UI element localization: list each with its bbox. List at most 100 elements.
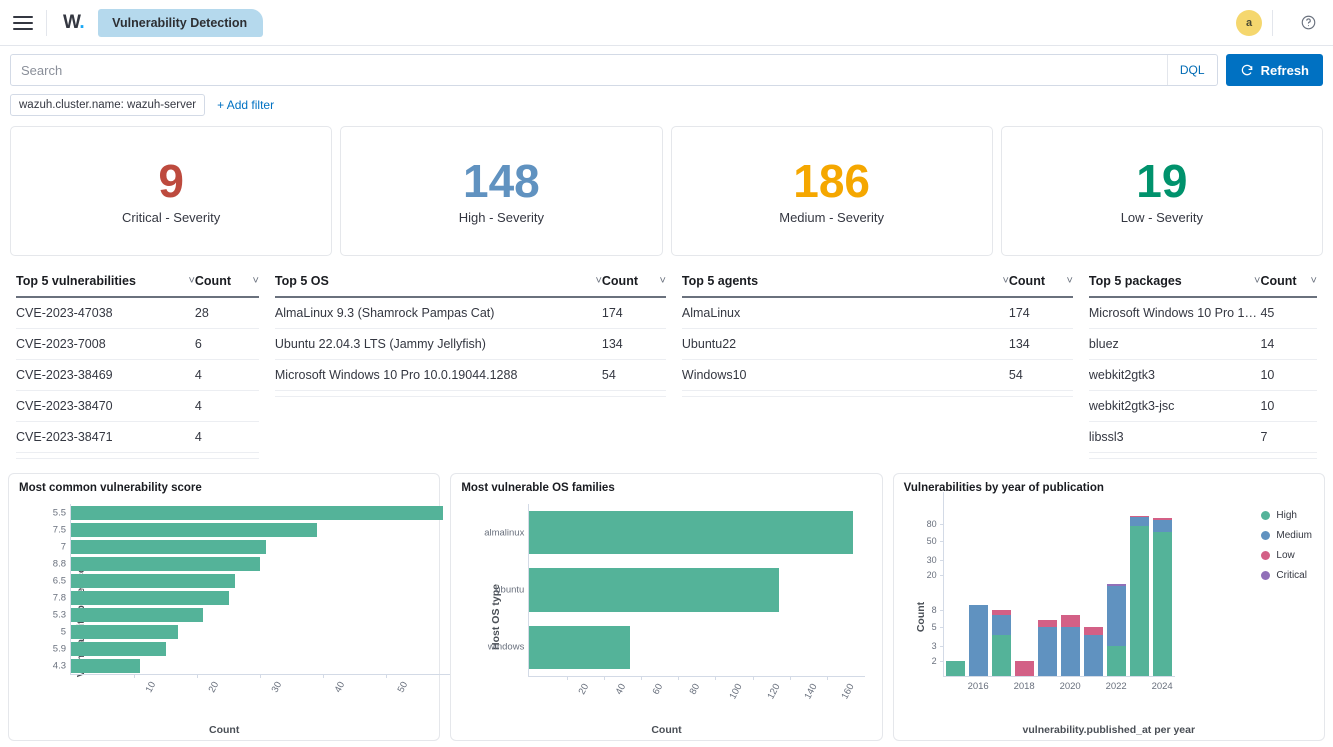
column-header-count[interactable]: Count˅	[195, 268, 259, 297]
bar[interactable]	[71, 540, 266, 554]
legend-item-low[interactable]: Low	[1261, 550, 1312, 561]
bar-segment-low[interactable]	[1084, 627, 1103, 635]
table-row[interactable]: libssl37	[1089, 422, 1317, 453]
bar[interactable]	[71, 642, 166, 656]
bar[interactable]	[529, 511, 853, 554]
column-header-count[interactable]: Count˅	[1260, 268, 1317, 297]
column-header-name[interactable]: Top 5 agents˅	[682, 268, 1009, 297]
tab-vulnerability-detection[interactable]: Vulnerability Detection	[98, 9, 263, 37]
column-header-count[interactable]: Count˅	[602, 268, 666, 297]
stacked-bar[interactable]	[969, 605, 988, 676]
table-row[interactable]: Ubuntu22134	[682, 329, 1073, 360]
stacked-bar[interactable]	[1038, 620, 1057, 676]
bar-segment-medium[interactable]	[1153, 520, 1172, 532]
legend-item-high[interactable]: High	[1261, 510, 1312, 521]
column-header-name[interactable]: Top 5 OS˅	[275, 268, 602, 297]
table-row[interactable]: Microsoft Windows 10 Pro 10.0.19044.1288…	[1089, 297, 1317, 329]
bar-segment-high[interactable]	[1130, 526, 1149, 676]
bar-row[interactable]: 4.3	[71, 659, 449, 673]
chevron-down-icon[interactable]: ˅	[1066, 275, 1072, 287]
bar[interactable]	[71, 574, 235, 588]
table-row[interactable]: CVE-2023-70086	[16, 329, 259, 360]
table-row[interactable]: CVE-2023-384694	[16, 360, 259, 391]
bar-row[interactable]: 7.5	[71, 523, 449, 537]
table-row[interactable]: AlmaLinux174	[682, 297, 1073, 329]
bar[interactable]	[71, 625, 178, 639]
bar-row[interactable]: 7	[71, 540, 449, 554]
table-row[interactable]: CVE-2023-384704	[16, 391, 259, 422]
stacked-bar[interactable]	[946, 661, 965, 676]
column-header-name[interactable]: Top 5 packages˅	[1089, 268, 1261, 297]
help-icon[interactable]	[1293, 8, 1323, 38]
stacked-bar[interactable]	[1153, 518, 1172, 676]
bar-row[interactable]: 6.5	[71, 574, 449, 588]
bar-segment-medium[interactable]	[1084, 635, 1103, 676]
stacked-bar[interactable]	[992, 610, 1011, 676]
table-row[interactable]: CVE-2023-4703828	[16, 297, 259, 329]
hamburger-menu-icon[interactable]	[10, 10, 36, 36]
stacked-bar[interactable]	[1084, 627, 1103, 676]
table-row[interactable]: Windows1054	[682, 360, 1073, 391]
bar-row[interactable]: 5.5	[71, 506, 449, 520]
bar-row[interactable]: 8.8	[71, 557, 449, 571]
bar[interactable]	[529, 626, 630, 669]
bar-segment-medium[interactable]	[1130, 517, 1149, 526]
metric-card-critical[interactable]: 9 Critical - Severity	[10, 126, 332, 256]
bar-row[interactable]: 7.8	[71, 591, 449, 605]
table-row[interactable]: AlmaLinux 9.3 (Shamrock Pampas Cat)174	[275, 297, 666, 329]
bar-segment-medium[interactable]	[969, 605, 988, 676]
table-row[interactable]: CVE-2023-384714	[16, 422, 259, 453]
column-header-name[interactable]: Top 5 vulnerabilities˅	[16, 268, 195, 297]
add-filter-button[interactable]: + Add filter	[217, 98, 274, 112]
bar-segment-high[interactable]	[1107, 646, 1126, 676]
bar-segment-medium[interactable]	[1061, 627, 1080, 676]
search-input[interactable]	[11, 63, 1167, 78]
bar[interactable]	[71, 557, 260, 571]
bar[interactable]	[71, 659, 140, 673]
metric-card-high[interactable]: 148 High - Severity	[340, 126, 662, 256]
legend-item-critical[interactable]: Critical	[1261, 570, 1312, 581]
search-bar[interactable]: DQL	[10, 54, 1218, 86]
table-row[interactable]: webkit2gtk3-jsc10	[1089, 391, 1317, 422]
dql-toggle[interactable]: DQL	[1167, 55, 1217, 85]
bar[interactable]	[71, 591, 229, 605]
metric-card-low[interactable]: 19 Low - Severity	[1001, 126, 1323, 256]
table-row[interactable]: Ubuntu 22.04.3 LTS (Jammy Jellyfish)134	[275, 329, 666, 360]
bar-segment-high[interactable]	[1153, 532, 1172, 676]
column-header-count[interactable]: Count˅	[1009, 268, 1073, 297]
filter-pill-cluster-name[interactable]: wazuh.cluster.name: wazuh-server	[10, 94, 205, 116]
bar-segment-low[interactable]	[1015, 661, 1034, 676]
metric-card-medium[interactable]: 186 Medium - Severity	[671, 126, 993, 256]
table-row[interactable]: webkit2gtk310	[1089, 360, 1317, 391]
stacked-bar[interactable]	[1130, 516, 1149, 676]
bar-segment-low[interactable]	[1038, 620, 1057, 627]
bar[interactable]	[71, 506, 443, 520]
bar-row[interactable]: windows	[529, 626, 864, 669]
bar-row[interactable]: 5	[71, 625, 449, 639]
bar[interactable]	[71, 608, 203, 622]
stacked-bar[interactable]	[1015, 661, 1034, 676]
table-row[interactable]: Microsoft Windows 10 Pro 10.0.19044.1288…	[275, 360, 666, 391]
bar-segment-medium[interactable]	[1038, 627, 1057, 676]
avatar[interactable]: a	[1236, 10, 1262, 36]
bar-segment-high[interactable]	[946, 661, 965, 676]
bar-row[interactable]: 5.3	[71, 608, 449, 622]
bar-segment-medium[interactable]	[992, 615, 1011, 636]
stacked-bar[interactable]	[1061, 615, 1080, 676]
bar-segment-high[interactable]	[992, 635, 1011, 676]
stacked-bar[interactable]	[1107, 584, 1126, 676]
bar[interactable]	[71, 523, 317, 537]
bar-row[interactable]: ubuntu	[529, 568, 864, 611]
wazuh-logo[interactable]: W.	[57, 12, 90, 34]
legend-item-medium[interactable]: Medium	[1261, 530, 1312, 541]
bar-segment-low[interactable]	[1061, 615, 1080, 628]
bar[interactable]	[529, 568, 778, 611]
chevron-down-icon[interactable]: ˅	[252, 275, 258, 287]
bar-segment-medium[interactable]	[1107, 586, 1126, 646]
refresh-button[interactable]: Refresh	[1226, 54, 1323, 86]
chevron-down-icon[interactable]: ˅	[659, 275, 665, 287]
bar-row[interactable]: 5.9	[71, 642, 449, 656]
table-row[interactable]: bluez14	[1089, 329, 1317, 360]
chevron-down-icon[interactable]: ˅	[1311, 275, 1317, 287]
bar-row[interactable]: almalinux	[529, 511, 864, 554]
